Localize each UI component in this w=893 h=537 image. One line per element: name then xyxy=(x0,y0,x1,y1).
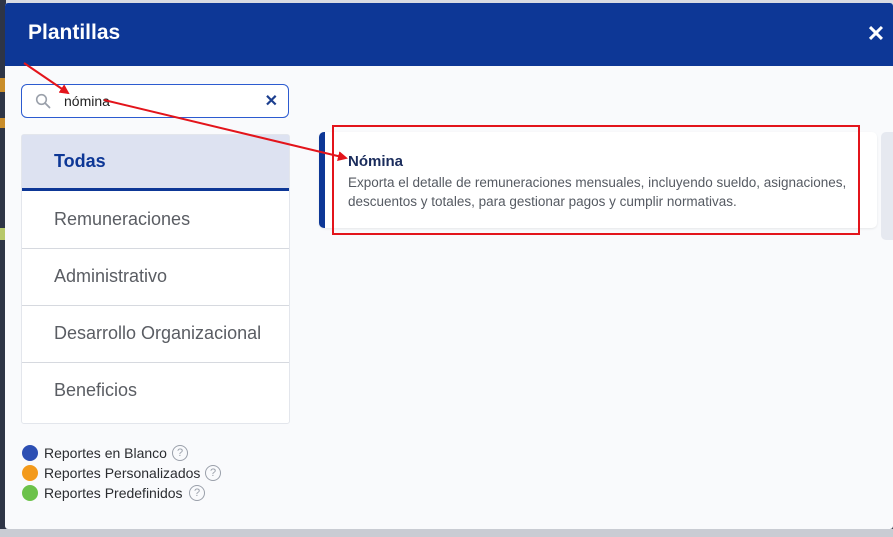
category-remuneraciones[interactable]: Remuneraciones xyxy=(22,193,289,249)
search-icon xyxy=(35,93,51,109)
category-label: Administrativo xyxy=(54,266,168,286)
templates-modal: Plantillas ✕ nómina ✕ Todas Remuneracion… xyxy=(5,3,893,529)
modal-header: Plantillas ✕ xyxy=(5,3,893,66)
category-administrativo[interactable]: Administrativo xyxy=(22,250,289,306)
clear-icon[interactable]: ✕ xyxy=(265,91,278,111)
help-icon[interactable]: ? xyxy=(172,445,188,461)
background-app-footer xyxy=(0,529,893,537)
category-desarrollo-organizacional[interactable]: Desarrollo Organizacional xyxy=(22,307,289,363)
legend-label: Reportes en Blanco xyxy=(44,445,167,461)
category-label: Beneficios xyxy=(54,380,138,400)
category-list: Todas Remuneraciones Administrativo Desa… xyxy=(21,134,290,424)
help-icon[interactable]: ? xyxy=(205,465,221,481)
blue-dot-icon xyxy=(22,445,38,461)
legend-label: Reportes Predefinidos xyxy=(44,485,183,501)
next-card-edge xyxy=(881,132,893,240)
legend-label: Reportes Personalizados xyxy=(44,465,201,481)
annotation-highlight-box xyxy=(332,125,860,235)
close-icon[interactable]: ✕ xyxy=(865,23,887,45)
category-beneficios[interactable]: Beneficios xyxy=(22,364,289,420)
category-todas[interactable]: Todas xyxy=(22,135,289,191)
help-icon[interactable]: ? xyxy=(189,485,205,501)
green-dot-icon xyxy=(22,485,38,501)
category-label: Remuneraciones xyxy=(54,209,191,229)
search-input[interactable]: nómina ✕ xyxy=(21,84,289,118)
orange-dot-icon xyxy=(22,465,38,481)
modal-title: Plantillas xyxy=(28,21,121,44)
category-label: Todas xyxy=(54,151,106,171)
category-label: Desarrollo Organizacional xyxy=(54,323,262,343)
search-value: nómina xyxy=(64,93,110,109)
